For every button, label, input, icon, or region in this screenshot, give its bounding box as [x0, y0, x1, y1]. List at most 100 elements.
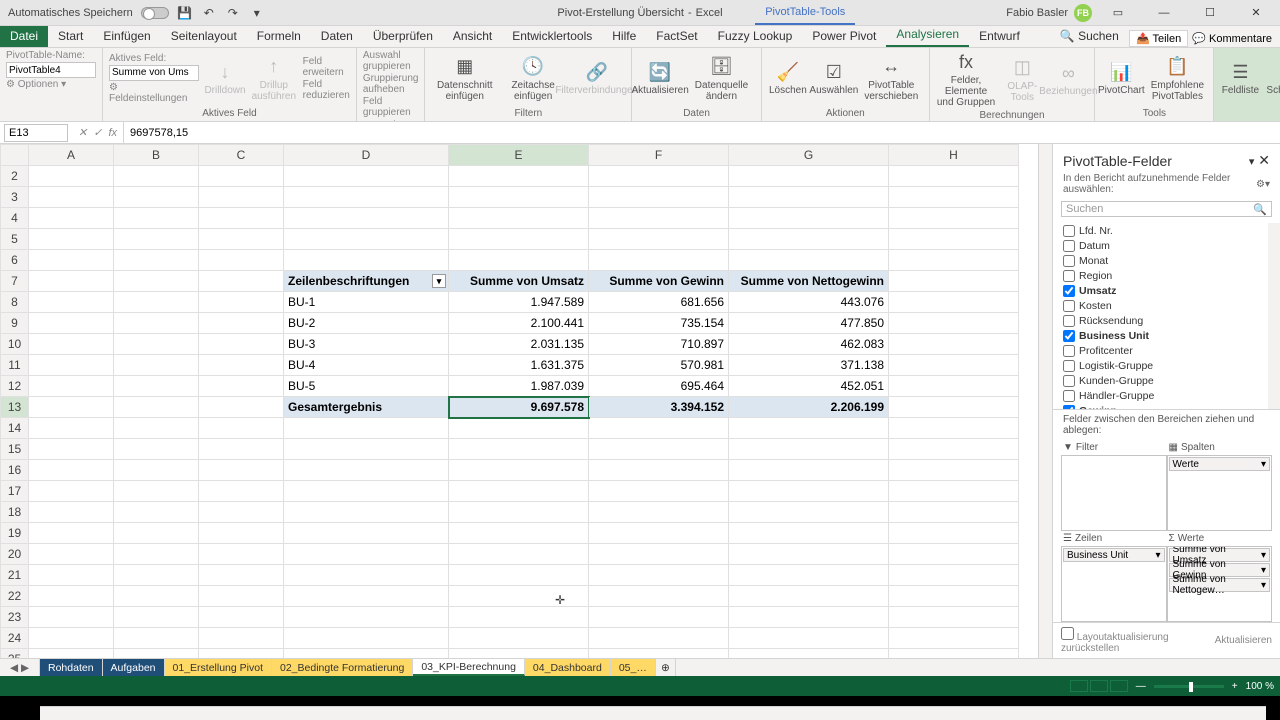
cell-H23[interactable] [889, 607, 1019, 628]
cell-G2[interactable] [729, 166, 889, 187]
tab-view[interactable]: Ansicht [443, 25, 502, 47]
filter-area[interactable] [1061, 455, 1167, 531]
cell-G19[interactable] [729, 523, 889, 544]
cell-C19[interactable] [199, 523, 284, 544]
cell-C3[interactable] [199, 187, 284, 208]
row-header-2[interactable]: 2 [1, 166, 29, 187]
cell-H8[interactable] [889, 292, 1019, 313]
tab-review[interactable]: Überprüfen [363, 25, 443, 47]
tab-nav[interactable]: ◀ ▶ [0, 659, 40, 676]
col-header-D[interactable]: D [284, 145, 449, 166]
cell-E2[interactable] [449, 166, 589, 187]
cell-A13[interactable] [29, 397, 114, 418]
cell-F19[interactable] [589, 523, 729, 544]
cell-C23[interactable] [199, 607, 284, 628]
row-header-9[interactable]: 9 [1, 313, 29, 334]
autosave-toggle[interactable] [141, 7, 169, 19]
sheet-03[interactable]: 03_KPI-Berechnung [413, 659, 525, 676]
cell-F25[interactable] [589, 649, 729, 659]
cell-F21[interactable] [589, 565, 729, 586]
cell-G23[interactable] [729, 607, 889, 628]
cell-H5[interactable] [889, 229, 1019, 250]
cell-C18[interactable] [199, 502, 284, 523]
cell-C11[interactable] [199, 355, 284, 376]
cell-C22[interactable] [199, 586, 284, 607]
cell-A21[interactable] [29, 565, 114, 586]
field-search[interactable]: Suchen🔍 [1061, 201, 1272, 217]
cell-A8[interactable] [29, 292, 114, 313]
name-box[interactable]: E13 [4, 124, 68, 142]
cell-H2[interactable] [889, 166, 1019, 187]
cell-A7[interactable] [29, 271, 114, 292]
cell-A23[interactable] [29, 607, 114, 628]
cell-B18[interactable] [114, 502, 199, 523]
cell-D20[interactable] [284, 544, 449, 565]
cell-D6[interactable] [284, 250, 449, 271]
user-avatar[interactable]: FB [1074, 4, 1092, 22]
cell-G22[interactable] [729, 586, 889, 607]
cell-B5[interactable] [114, 229, 199, 250]
cell-C9[interactable] [199, 313, 284, 334]
row-header-21[interactable]: 21 [1, 565, 29, 586]
cell-E21[interactable] [449, 565, 589, 586]
cell-H16[interactable] [889, 460, 1019, 481]
cell-A3[interactable] [29, 187, 114, 208]
cell-E15[interactable] [449, 439, 589, 460]
cell-D17[interactable] [284, 481, 449, 502]
cell-C15[interactable] [199, 439, 284, 460]
cell-D12[interactable]: BU-5 [284, 376, 449, 397]
cell-A6[interactable] [29, 250, 114, 271]
user-name[interactable]: Fabio Basler [1006, 7, 1068, 19]
cell-F24[interactable] [589, 628, 729, 649]
field-rücksendung[interactable]: Rücksendung [1063, 313, 1270, 328]
columns-area[interactable]: Werte▾ [1167, 455, 1273, 531]
cell-E20[interactable] [449, 544, 589, 565]
cell-F6[interactable] [589, 250, 729, 271]
cell-C10[interactable] [199, 334, 284, 355]
vertical-scrollbar[interactable] [1038, 144, 1052, 658]
cell-A4[interactable] [29, 208, 114, 229]
col-header-G[interactable]: G [729, 145, 889, 166]
cell-E12[interactable]: 1.987.039 [449, 376, 589, 397]
tab-data[interactable]: Daten [311, 25, 363, 47]
cell-A15[interactable] [29, 439, 114, 460]
row-header-4[interactable]: 4 [1, 208, 29, 229]
sheet-rohdaten[interactable]: Rohdaten [40, 659, 103, 676]
panel-settings-icon[interactable]: ▾ [1249, 156, 1255, 168]
cell-B4[interactable] [114, 208, 199, 229]
field-settings-button[interactable]: ⚙ Feldeinstellungen [109, 82, 199, 104]
cell-C14[interactable] [199, 418, 284, 439]
col-header-B[interactable]: B [114, 145, 199, 166]
horizontal-scrollbar[interactable] [40, 706, 1266, 720]
cell-H21[interactable] [889, 565, 1019, 586]
cell-B22[interactable] [114, 586, 199, 607]
cell-E7[interactable]: Summe von Umsatz [449, 271, 589, 292]
row-header-20[interactable]: 20 [1, 544, 29, 565]
cell-F5[interactable] [589, 229, 729, 250]
row-header-5[interactable]: 5 [1, 229, 29, 250]
cell-D3[interactable] [284, 187, 449, 208]
row-header-12[interactable]: 12 [1, 376, 29, 397]
field-datum[interactable]: Datum [1063, 238, 1270, 253]
cell-F12[interactable]: 695.464 [589, 376, 729, 397]
area-item[interactable]: Business Unit▾ [1063, 548, 1165, 562]
pivot-name-input[interactable] [6, 62, 96, 78]
cell-B19[interactable] [114, 523, 199, 544]
cell-H17[interactable] [889, 481, 1019, 502]
cell-G7[interactable]: Summe von Nettogewinn [729, 271, 889, 292]
cell-H6[interactable] [889, 250, 1019, 271]
active-field-input[interactable] [109, 65, 199, 81]
cell-B25[interactable] [114, 649, 199, 659]
row-header-11[interactable]: 11 [1, 355, 29, 376]
cell-B2[interactable] [114, 166, 199, 187]
cell-A10[interactable] [29, 334, 114, 355]
cell-F7[interactable]: Summe von Gewinn [589, 271, 729, 292]
cell-B16[interactable] [114, 460, 199, 481]
sheet-aufgaben[interactable]: Aufgaben [103, 659, 165, 676]
refresh-button[interactable]: 🔄Aktualisieren [638, 60, 682, 96]
col-header-E[interactable]: E [449, 145, 589, 166]
cell-B13[interactable] [114, 397, 199, 418]
cell-C24[interactable] [199, 628, 284, 649]
cell-H3[interactable] [889, 187, 1019, 208]
cell-H7[interactable] [889, 271, 1019, 292]
